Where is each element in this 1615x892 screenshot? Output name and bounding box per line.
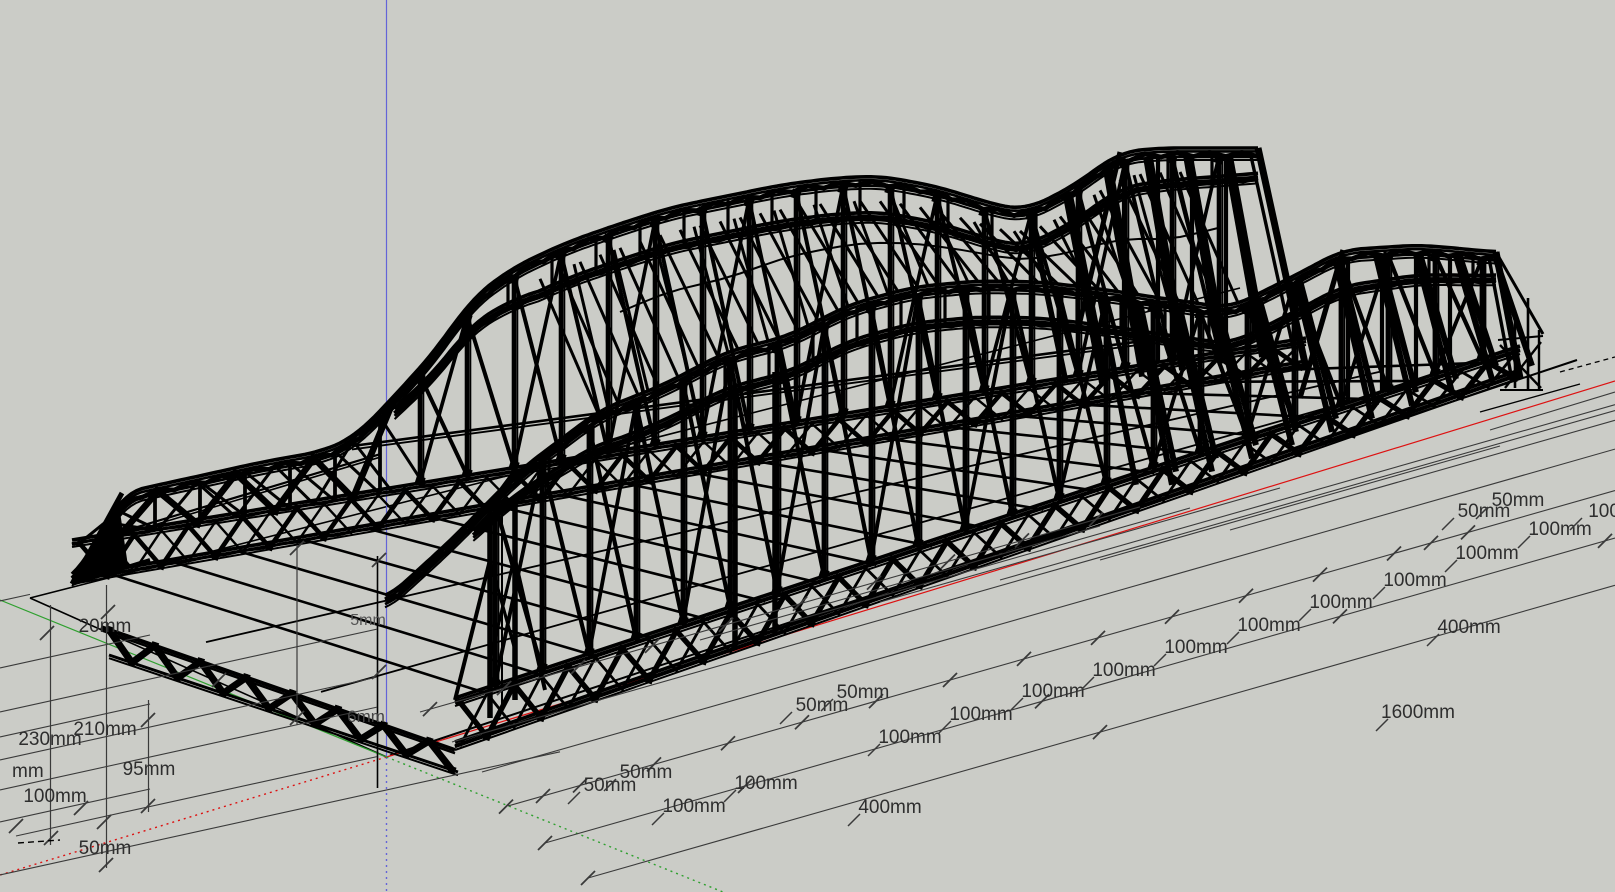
svg-text:mm: mm bbox=[12, 761, 44, 782]
svg-text:100mm: 100mm bbox=[1309, 592, 1372, 613]
svg-text:100mm: 100mm bbox=[1164, 637, 1227, 658]
svg-text:100mm: 100mm bbox=[878, 727, 941, 748]
svg-text:100m: 100m bbox=[1588, 501, 1615, 522]
svg-text:95mm: 95mm bbox=[123, 759, 176, 780]
svg-text:1600mm: 1600mm bbox=[1381, 702, 1455, 723]
svg-text:230mm: 230mm bbox=[18, 729, 81, 750]
svg-text:6mm: 6mm bbox=[347, 707, 385, 726]
svg-text:20mm: 20mm bbox=[79, 616, 132, 637]
svg-text:5mm: 5mm bbox=[350, 612, 386, 629]
svg-text:50mm: 50mm bbox=[79, 838, 132, 859]
svg-text:100mm: 100mm bbox=[1383, 570, 1446, 591]
svg-text:210mm: 210mm bbox=[73, 719, 136, 740]
svg-text:50mm: 50mm bbox=[1492, 490, 1545, 511]
svg-text:100mm: 100mm bbox=[662, 796, 725, 817]
svg-text:50mm: 50mm bbox=[620, 762, 673, 783]
svg-text:400mm: 400mm bbox=[858, 797, 921, 818]
svg-text:100mm: 100mm bbox=[1092, 660, 1155, 681]
svg-text:50mm: 50mm bbox=[837, 682, 890, 703]
svg-text:100mm: 100mm bbox=[23, 786, 86, 807]
svg-text:100mm: 100mm bbox=[1455, 543, 1518, 564]
svg-text:100mm: 100mm bbox=[1237, 615, 1300, 636]
svg-text:400mm: 400mm bbox=[1437, 617, 1500, 638]
svg-text:100mm: 100mm bbox=[949, 704, 1012, 725]
svg-text:100mm: 100mm bbox=[734, 773, 797, 794]
svg-text:100mm: 100mm bbox=[1528, 519, 1591, 540]
svg-text:100mm: 100mm bbox=[1021, 681, 1084, 702]
